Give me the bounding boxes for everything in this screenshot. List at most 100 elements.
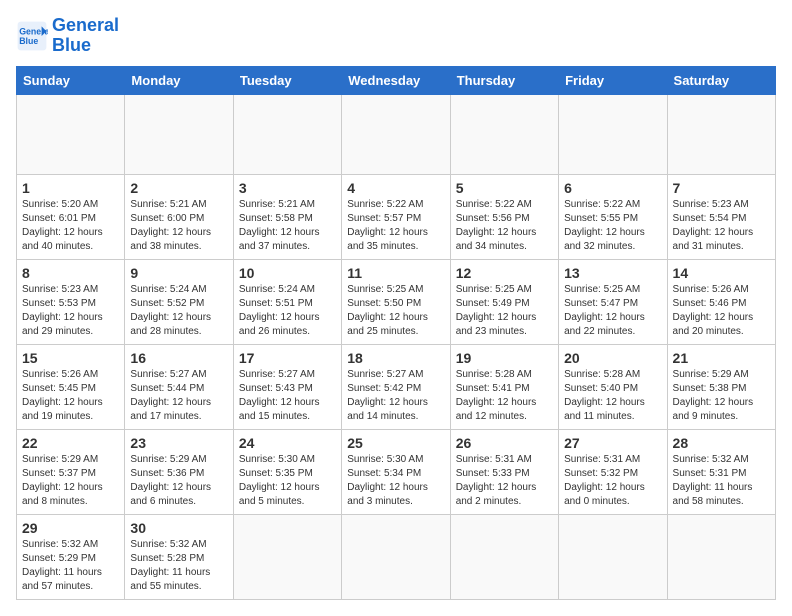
weekday-header-thursday: Thursday — [450, 66, 558, 94]
day-number: 9 — [130, 265, 227, 281]
calendar-cell: 26 Sunrise: 5:31 AMSunset: 5:33 PMDaylig… — [450, 429, 558, 514]
day-number: 23 — [130, 435, 227, 451]
day-info: Sunrise: 5:29 AMSunset: 5:38 PMDaylight:… — [673, 368, 770, 424]
day-number: 16 — [130, 350, 227, 366]
calendar-cell: 28 Sunrise: 5:32 AMSunset: 5:31 PMDaylig… — [667, 429, 775, 514]
calendar-table: SundayMondayTuesdayWednesdayThursdayFrid… — [16, 66, 776, 600]
page-header: General Blue GeneralBlue — [16, 16, 776, 56]
calendar-cell: 21 Sunrise: 5:29 AMSunset: 5:38 PMDaylig… — [667, 344, 775, 429]
day-info: Sunrise: 5:25 AMSunset: 5:50 PMDaylight:… — [347, 283, 444, 339]
day-info: Sunrise: 5:26 AMSunset: 5:45 PMDaylight:… — [22, 368, 119, 424]
calendar-cell — [233, 514, 341, 599]
calendar-cell: 11 Sunrise: 5:25 AMSunset: 5:50 PMDaylig… — [342, 259, 450, 344]
day-info: Sunrise: 5:24 AMSunset: 5:52 PMDaylight:… — [130, 283, 227, 339]
calendar-cell: 24 Sunrise: 5:30 AMSunset: 5:35 PMDaylig… — [233, 429, 341, 514]
calendar-cell — [450, 94, 558, 174]
day-number: 15 — [22, 350, 119, 366]
calendar-cell — [342, 514, 450, 599]
day-info: Sunrise: 5:26 AMSunset: 5:46 PMDaylight:… — [673, 283, 770, 339]
calendar-week-5: 29 Sunrise: 5:32 AMSunset: 5:29 PMDaylig… — [17, 514, 776, 599]
day-number: 24 — [239, 435, 336, 451]
day-number: 27 — [564, 435, 661, 451]
day-number: 21 — [673, 350, 770, 366]
calendar-cell: 6 Sunrise: 5:22 AMSunset: 5:55 PMDayligh… — [559, 174, 667, 259]
calendar-cell — [125, 94, 233, 174]
calendar-cell — [450, 514, 558, 599]
day-info: Sunrise: 5:29 AMSunset: 5:37 PMDaylight:… — [22, 453, 119, 509]
calendar-cell: 22 Sunrise: 5:29 AMSunset: 5:37 PMDaylig… — [17, 429, 125, 514]
day-number: 7 — [673, 180, 770, 196]
day-info: Sunrise: 5:23 AMSunset: 5:53 PMDaylight:… — [22, 283, 119, 339]
day-number: 4 — [347, 180, 444, 196]
day-info: Sunrise: 5:32 AMSunset: 5:28 PMDaylight:… — [130, 538, 227, 594]
day-info: Sunrise: 5:20 AMSunset: 6:01 PMDaylight:… — [22, 198, 119, 254]
day-number: 17 — [239, 350, 336, 366]
day-info: Sunrise: 5:25 AMSunset: 5:47 PMDaylight:… — [564, 283, 661, 339]
calendar-cell: 4 Sunrise: 5:22 AMSunset: 5:57 PMDayligh… — [342, 174, 450, 259]
day-number: 19 — [456, 350, 553, 366]
day-info: Sunrise: 5:21 AMSunset: 5:58 PMDaylight:… — [239, 198, 336, 254]
day-info: Sunrise: 5:29 AMSunset: 5:36 PMDaylight:… — [130, 453, 227, 509]
calendar-cell: 1 Sunrise: 5:20 AMSunset: 6:01 PMDayligh… — [17, 174, 125, 259]
calendar-cell: 10 Sunrise: 5:24 AMSunset: 5:51 PMDaylig… — [233, 259, 341, 344]
day-info: Sunrise: 5:23 AMSunset: 5:54 PMDaylight:… — [673, 198, 770, 254]
day-info: Sunrise: 5:32 AMSunset: 5:31 PMDaylight:… — [673, 453, 770, 509]
calendar-week-2: 8 Sunrise: 5:23 AMSunset: 5:53 PMDayligh… — [17, 259, 776, 344]
svg-text:Blue: Blue — [19, 36, 38, 46]
day-number: 28 — [673, 435, 770, 451]
day-number: 11 — [347, 265, 444, 281]
calendar-week-0 — [17, 94, 776, 174]
day-info: Sunrise: 5:32 AMSunset: 5:29 PMDaylight:… — [22, 538, 119, 594]
calendar-cell: 29 Sunrise: 5:32 AMSunset: 5:29 PMDaylig… — [17, 514, 125, 599]
calendar-cell: 13 Sunrise: 5:25 AMSunset: 5:47 PMDaylig… — [559, 259, 667, 344]
day-number: 26 — [456, 435, 553, 451]
weekday-header-tuesday: Tuesday — [233, 66, 341, 94]
calendar-cell — [667, 514, 775, 599]
day-info: Sunrise: 5:25 AMSunset: 5:49 PMDaylight:… — [456, 283, 553, 339]
weekday-header-saturday: Saturday — [667, 66, 775, 94]
day-number: 25 — [347, 435, 444, 451]
calendar-cell: 15 Sunrise: 5:26 AMSunset: 5:45 PMDaylig… — [17, 344, 125, 429]
logo-icon: General Blue — [16, 20, 48, 52]
day-info: Sunrise: 5:22 AMSunset: 5:55 PMDaylight:… — [564, 198, 661, 254]
day-number: 5 — [456, 180, 553, 196]
day-number: 22 — [22, 435, 119, 451]
day-number: 30 — [130, 520, 227, 536]
day-number: 14 — [673, 265, 770, 281]
day-info: Sunrise: 5:27 AMSunset: 5:44 PMDaylight:… — [130, 368, 227, 424]
calendar-week-3: 15 Sunrise: 5:26 AMSunset: 5:45 PMDaylig… — [17, 344, 776, 429]
day-info: Sunrise: 5:28 AMSunset: 5:41 PMDaylight:… — [456, 368, 553, 424]
calendar-cell — [233, 94, 341, 174]
day-info: Sunrise: 5:31 AMSunset: 5:32 PMDaylight:… — [564, 453, 661, 509]
calendar-cell: 19 Sunrise: 5:28 AMSunset: 5:41 PMDaylig… — [450, 344, 558, 429]
day-number: 29 — [22, 520, 119, 536]
day-info: Sunrise: 5:22 AMSunset: 5:56 PMDaylight:… — [456, 198, 553, 254]
calendar-cell: 8 Sunrise: 5:23 AMSunset: 5:53 PMDayligh… — [17, 259, 125, 344]
calendar-cell: 5 Sunrise: 5:22 AMSunset: 5:56 PMDayligh… — [450, 174, 558, 259]
calendar-cell: 17 Sunrise: 5:27 AMSunset: 5:43 PMDaylig… — [233, 344, 341, 429]
calendar-cell: 20 Sunrise: 5:28 AMSunset: 5:40 PMDaylig… — [559, 344, 667, 429]
day-number: 18 — [347, 350, 444, 366]
calendar-cell — [667, 94, 775, 174]
day-number: 8 — [22, 265, 119, 281]
calendar-cell: 3 Sunrise: 5:21 AMSunset: 5:58 PMDayligh… — [233, 174, 341, 259]
calendar-cell — [559, 514, 667, 599]
weekday-header-wednesday: Wednesday — [342, 66, 450, 94]
day-number: 2 — [130, 180, 227, 196]
calendar-cell: 9 Sunrise: 5:24 AMSunset: 5:52 PMDayligh… — [125, 259, 233, 344]
logo-text: GeneralBlue — [52, 16, 119, 56]
calendar-week-4: 22 Sunrise: 5:29 AMSunset: 5:37 PMDaylig… — [17, 429, 776, 514]
calendar-cell: 12 Sunrise: 5:25 AMSunset: 5:49 PMDaylig… — [450, 259, 558, 344]
day-number: 1 — [22, 180, 119, 196]
day-number: 3 — [239, 180, 336, 196]
day-info: Sunrise: 5:30 AMSunset: 5:34 PMDaylight:… — [347, 453, 444, 509]
calendar-cell — [342, 94, 450, 174]
day-info: Sunrise: 5:27 AMSunset: 5:43 PMDaylight:… — [239, 368, 336, 424]
weekday-header-monday: Monday — [125, 66, 233, 94]
calendar-cell: 27 Sunrise: 5:31 AMSunset: 5:32 PMDaylig… — [559, 429, 667, 514]
day-info: Sunrise: 5:31 AMSunset: 5:33 PMDaylight:… — [456, 453, 553, 509]
calendar-cell: 18 Sunrise: 5:27 AMSunset: 5:42 PMDaylig… — [342, 344, 450, 429]
day-info: Sunrise: 5:27 AMSunset: 5:42 PMDaylight:… — [347, 368, 444, 424]
calendar-week-1: 1 Sunrise: 5:20 AMSunset: 6:01 PMDayligh… — [17, 174, 776, 259]
calendar-cell — [17, 94, 125, 174]
